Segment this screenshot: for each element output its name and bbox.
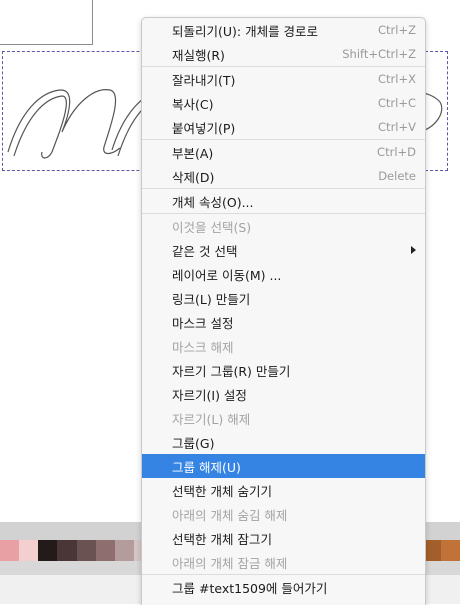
menu-item-redo[interactable]: 재실행(R) Shift+Ctrl+Z [142, 42, 425, 66]
menu-item-shortcut: Ctrl+D [377, 145, 416, 159]
menu-item-shortcut: Shift+Ctrl+Z [342, 47, 416, 61]
menu-item-label: 재실행(R) [172, 47, 225, 63]
menu-item-label: 그룹 해제(U) [172, 459, 241, 475]
menu-item-unlock-below: 아래의 개체 잠금 해제 [142, 550, 425, 574]
menu-item-copy[interactable]: 복사(C) Ctrl+C [142, 91, 425, 115]
color-swatch[interactable] [19, 540, 39, 561]
menu-item-select-this: 이것을 선택(S) [142, 214, 425, 238]
menu-item-label: 그룹(G) [172, 435, 215, 451]
submenu-arrow-icon [411, 246, 416, 254]
menu-item-release-mask: 마스크 해제 [142, 334, 425, 358]
menu-item-lock-selected[interactable]: 선택한 개체 잠그기 [142, 526, 425, 550]
color-swatch[interactable] [440, 540, 460, 561]
menu-item-set-mask[interactable]: 마스크 설정 [142, 310, 425, 334]
menu-item-label: 마스크 해제 [172, 339, 234, 355]
menu-item-enter-group[interactable]: 그룹 #text1509에 들어가기 [142, 575, 425, 599]
menu-item-group[interactable]: 그룹(G) [142, 430, 425, 454]
color-swatch[interactable] [57, 540, 77, 561]
menu-item-label: 레이어로 이동(M) ... [172, 267, 282, 283]
menu-item-shortcut: Ctrl+V [378, 120, 416, 134]
menu-item-label: 잘라내기(T) [172, 72, 236, 88]
menu-item-move-to-layer[interactable]: 레이어로 이동(M) ... [142, 262, 425, 286]
color-swatch[interactable] [38, 540, 58, 561]
menu-item-label: 되돌리기(U): 개체를 경로로 [172, 23, 319, 39]
menu-item-hide-selected[interactable]: 선택한 개체 숨기기 [142, 478, 425, 502]
menu-item-ungroup[interactable]: 그룹 해제(U) [142, 454, 425, 478]
menu-item-unhide-below: 아래의 개체 숨김 해제 [142, 502, 425, 526]
color-swatch[interactable] [76, 540, 96, 561]
menu-item-shortcut: Ctrl+X [378, 72, 416, 86]
menu-item-paste[interactable]: 붙여넣기(P) Ctrl+V [142, 115, 425, 139]
context-menu: 되돌리기(U): 개체를 경로로 Ctrl+Z 재실행(R) Shift+Ctr… [141, 17, 426, 605]
menu-item-label: 삭제(D) [172, 169, 215, 185]
menu-item-label: 아래의 개체 잠금 해제 [172, 555, 288, 571]
menu-item-select-same[interactable]: 같은 것 선택 [142, 238, 425, 262]
menu-item-undo[interactable]: 되돌리기(U): 개체를 경로로 Ctrl+Z [142, 18, 425, 42]
menu-item-label: 자르기(L) 해제 [172, 411, 251, 427]
menu-item-shortcut: Delete [378, 169, 416, 183]
menu-item-label: 같은 것 선택 [172, 243, 238, 259]
menu-item-shortcut: Ctrl+Z [378, 23, 416, 37]
menu-item-cut[interactable]: 잘라내기(T) Ctrl+X [142, 67, 425, 91]
menu-item-set-clip[interactable]: 자르기(I) 설정 [142, 382, 425, 406]
menu-item-label: 링크(L) 만들기 [172, 291, 251, 307]
menu-item-label: 자르기(I) 설정 [172, 387, 247, 403]
menu-item-shortcut: Ctrl+C [377, 96, 416, 110]
menu-item-label: 자르기 그룹(R) 만들기 [172, 363, 291, 379]
color-swatch[interactable] [0, 540, 20, 561]
menu-item-label: 선택한 개체 숨기기 [172, 483, 272, 499]
menu-item-label: 붙여넣기(P) [172, 120, 236, 136]
menu-item-label: 이것을 선택(S) [172, 219, 252, 235]
menu-item-label: 그룹 #text1509에 들어가기 [172, 580, 328, 596]
color-swatch[interactable] [95, 540, 115, 561]
menu-item-label: 마스크 설정 [172, 315, 234, 331]
menu-item-delete[interactable]: 삭제(D) Delete [142, 164, 425, 188]
menu-item-release-clip: 자르기(L) 해제 [142, 406, 425, 430]
menu-item-label: 아래의 개체 숨김 해제 [172, 507, 288, 523]
menu-item-label: 복사(C) [172, 96, 214, 112]
menu-item-label: 선택한 개체 잠그기 [172, 531, 272, 547]
menu-item-label: 개체 속성(O)... [172, 194, 254, 210]
menu-item-label: 부본(A) [172, 145, 214, 161]
canvas-page-border [0, 0, 93, 45]
menu-item-duplicate[interactable]: 부본(A) Ctrl+D [142, 140, 425, 164]
menu-item-object-properties[interactable]: 개체 속성(O)... [142, 189, 425, 213]
color-swatch[interactable] [114, 540, 135, 561]
menu-item-create-clip-group[interactable]: 자르기 그룹(R) 만들기 [142, 358, 425, 382]
menu-item-create-link[interactable]: 링크(L) 만들기 [142, 286, 425, 310]
